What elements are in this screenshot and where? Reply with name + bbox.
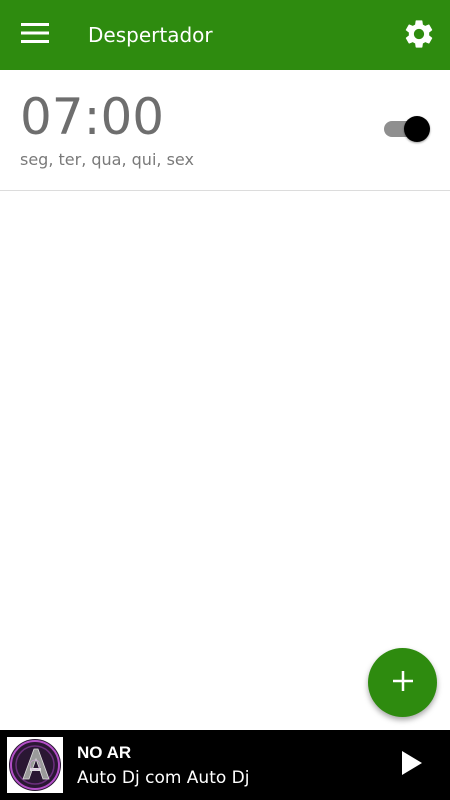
toggle-thumb	[404, 116, 430, 142]
radio-player-bar[interactable]: NO AR Auto Dj com Auto Dj	[0, 730, 450, 800]
album-cover	[7, 737, 63, 793]
add-alarm-button[interactable]	[368, 648, 437, 717]
page-title: Despertador	[88, 23, 213, 47]
alarm-time: 07:00	[20, 88, 165, 146]
player-status: NO AR	[77, 743, 132, 762]
menu-button[interactable]	[14, 17, 56, 53]
play-icon	[400, 750, 424, 780]
settings-button[interactable]	[400, 17, 438, 55]
alarm-toggle[interactable]	[384, 116, 430, 142]
hamburger-menu-icon	[21, 22, 49, 48]
toolbar: Despertador	[0, 0, 450, 70]
play-button[interactable]	[394, 747, 430, 783]
plus-icon	[392, 670, 414, 696]
alarm-days: seg, ter, qua, qui, sex	[20, 150, 194, 169]
player-track-title: Auto Dj com Auto Dj	[77, 768, 250, 788]
alarm-list-item[interactable]: 07:00 seg, ter, qua, qui, sex	[0, 70, 450, 191]
alarm-app: Despertador 07:00 seg, ter, qua, qui, se…	[0, 0, 450, 800]
gear-icon	[402, 17, 436, 55]
